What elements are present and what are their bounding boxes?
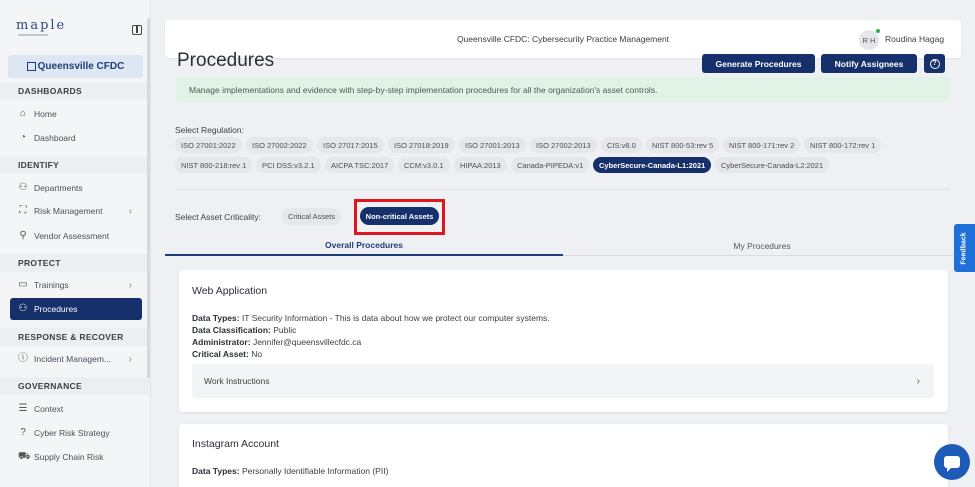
asset-card-web-application: Web Application Data Types: IT Security … [179,270,948,412]
feedback-tab[interactable]: Feedback [954,224,975,272]
regulation-chip[interactable]: NIST 800-53:rev 5 [646,137,720,153]
sidebar-item-departments[interactable]: ⚇ Departments [10,177,142,199]
maple-logo[interactable]: maple [16,18,66,33]
chat-icon [944,456,960,472]
page-title: Procedures [177,50,275,71]
regulation-chip[interactable]: ISO 27017:2015 [317,137,384,153]
sidebar-collapse-icon[interactable] [132,25,142,35]
sidebar-scrollbar[interactable] [147,18,150,378]
notify-assignees-button[interactable]: Notify Assignees [821,54,917,73]
administrator: Administrator: Jennifer@queensvillecfdc.… [192,337,362,347]
sidebar-item-risk-management[interactable]: ⛶ Risk Management › [10,200,142,222]
tab-my-procedures[interactable]: My Procedures [563,236,961,256]
regulation-chip[interactable]: NIST 800-171:rev 2 [723,137,801,153]
section-identify: IDENTIFY [0,156,150,174]
sidebar-item-trainings[interactable]: ▭ Trainings › [10,274,142,296]
chevron-right-icon: › [128,279,132,291]
asset-card-instagram-account: Instagram Account Data Types: Personally… [179,424,948,487]
regulation-label: Select Regulation: [175,125,244,135]
chevron-right-icon: › [128,205,132,217]
regulation-chip[interactable]: CIS:v8.0 [601,137,642,153]
info-banner: Manage implementations and evidence with… [176,77,949,102]
sidebar: maple Queensville CFDC DASHBOARDS ⌂ Home… [0,0,151,487]
sidebar-item-vendor-assessment[interactable]: ⚲ Vendor Assessment [10,225,142,247]
chevron-right-icon: › [916,375,920,387]
regulation-chip[interactable]: Canada-PIPEDA:v1 [511,157,590,173]
regulation-chip[interactable]: AICPA TSC:2017 [325,157,395,173]
org-name: Queensville CFDC [37,61,125,72]
incident-icon: ⓘ [18,353,28,364]
non-critical-assets-chip[interactable]: Non-critical Assets [360,207,439,225]
regulation-chip[interactable]: NIST 800-172:rev 1 [804,137,882,153]
sidebar-item-supply-chain-risk[interactable]: ⛟ Supply Chain Risk [10,446,142,468]
user-name[interactable]: Roudina Hagag [885,34,944,44]
logo-tagline [18,34,48,36]
regulation-chip[interactable]: ISO 27001:2013 [459,137,526,153]
online-status-dot [875,28,881,34]
top-bar: Queensville CFDC: Cybersecurity Practice… [165,20,961,58]
divider [176,189,949,190]
regulation-chip[interactable]: ISO 27002:2022 [246,137,313,153]
sidebar-item-home[interactable]: ⌂ Home [10,103,142,125]
section-response-recover: RESPONSE & RECOVER [0,328,150,346]
context-icon: ☰ [18,403,28,414]
training-icon: ▭ [18,279,28,290]
section-dashboards: DASHBOARDS [0,82,150,100]
procedures-icon: ⚇ [18,303,28,314]
gauge-icon: ◔ [19,132,27,143]
criticality-label: Select Asset Criticality: [175,212,261,222]
sidebar-item-cyber-risk-strategy[interactable]: ? Cyber Risk Strategy [10,422,142,444]
critical-asset: Critical Asset: No [192,349,263,359]
data-classification: Data Classification: Public [192,325,297,335]
regulation-chip[interactable]: ISO 27002:2013 [530,137,597,153]
supply-chain-icon: ⛟ [18,451,31,462]
data-types: Data Types: Personally Identifiable Info… [192,466,389,476]
sidebar-item-procedures[interactable]: ⚇ Procedures [10,298,142,320]
regulation-chip[interactable]: ISO 27001:2022 [175,137,242,153]
section-protect: PROTECT [0,254,150,272]
critical-assets-chip[interactable]: Critical Assets [282,208,342,225]
work-instructions-row[interactable]: Work Instructions › [192,364,934,398]
app-title: Queensville CFDC: Cybersecurity Practice… [456,34,670,44]
regulation-chip[interactable]: CyberSecure-Canada-L2:2021 [715,157,830,173]
help-icon: ? [929,58,940,69]
sidebar-item-context[interactable]: ☰ Context [10,398,142,420]
strategy-icon: ? [20,427,26,438]
section-governance: GOVERNANCE [0,377,150,395]
home-icon: ⌂ [19,108,27,119]
sidebar-item-dashboard[interactable]: ◔ Dashboard [10,127,142,149]
regulation-chip[interactable]: ISO 27018:2019 [388,137,455,153]
org-selector[interactable]: Queensville CFDC [8,55,143,78]
building-icon [26,62,36,71]
sidebar-item-incident-management[interactable]: ⓘ Incident Managem... › [10,348,142,370]
vendor-icon: ⚲ [19,230,27,241]
tab-overall-procedures[interactable]: Overall Procedures [165,236,563,256]
risk-icon: ⛶ [19,205,27,216]
chevron-right-icon: › [128,353,132,365]
regulation-chip[interactable]: HIPAA:2013 [454,157,507,173]
regulation-chip[interactable]: PCI DSS:v3.2.1 [256,157,321,173]
regulation-chip[interactable]: NIST 800-218:rev 1 [175,157,253,173]
generate-procedures-button[interactable]: Generate Procedures [702,54,815,73]
org-chart-icon: ⚇ [18,182,28,193]
card-title: Instagram Account [192,438,279,450]
help-button[interactable]: ? [924,54,945,73]
data-types: Data Types: IT Security Information - Th… [192,313,550,323]
card-title: Web Application [192,285,268,297]
chat-button[interactable] [934,444,970,480]
regulation-chip[interactable]: CCM:v3.0.1 [398,157,450,173]
regulation-chip[interactable]: CyberSecure-Canada-L1:2021 [593,157,712,173]
